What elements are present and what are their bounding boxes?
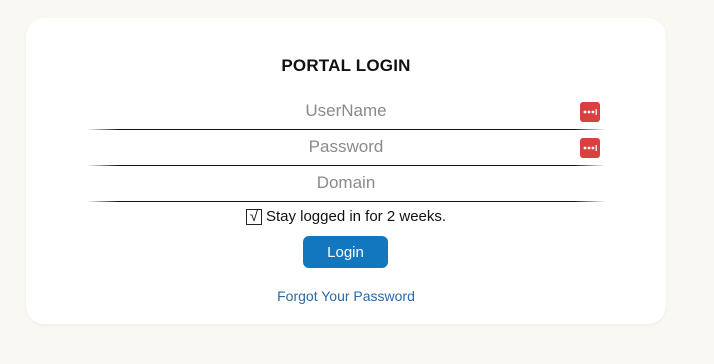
password-input[interactable]	[88, 130, 604, 164]
stay-logged-in-checkbox[interactable]: √	[245, 208, 262, 225]
domain-underline	[88, 201, 604, 202]
stay-logged-in-row: √ Stay logged in for 2 weeks.	[26, 208, 666, 225]
username-input[interactable]	[88, 94, 604, 128]
login-card: PORTAL LOGIN √ Stay logged in for 2 week…	[26, 18, 666, 324]
password-manager-icon[interactable]	[580, 138, 600, 158]
password-manager-icon[interactable]	[580, 102, 600, 122]
forgot-password-link[interactable]: Forgot Your Password	[26, 288, 666, 304]
username-field-wrapper	[88, 94, 604, 128]
login-button[interactable]: Login	[303, 236, 388, 268]
stay-logged-in-label[interactable]: Stay logged in for 2 weeks.	[266, 208, 446, 225]
password-field-wrapper	[88, 130, 604, 164]
page-title: PORTAL LOGIN	[281, 56, 411, 75]
domain-input[interactable]	[88, 166, 604, 200]
domain-field-wrapper	[88, 166, 604, 200]
